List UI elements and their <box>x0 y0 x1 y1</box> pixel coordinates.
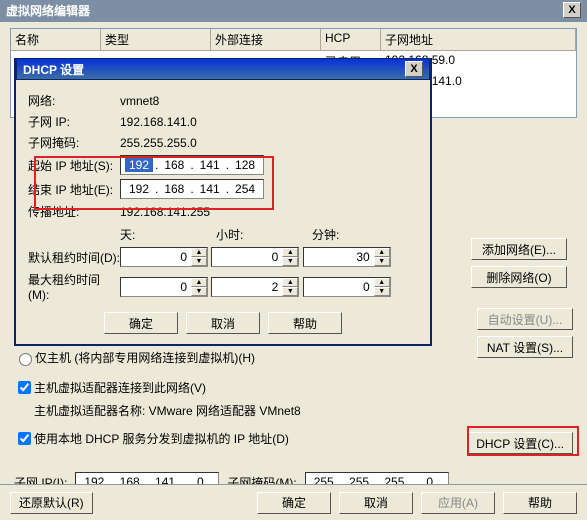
main-area: 名称 类型 外部连接 HCP 子网地址 已启用 192.168.59.0 已启用… <box>0 22 587 34</box>
col-subnet: 子网地址 <box>381 29 576 50</box>
def-days-input[interactable]: ▲▼ <box>120 247 208 267</box>
help-button[interactable]: 帮助 <box>503 492 577 514</box>
up-arrow-icon[interactable]: ▲ <box>374 248 390 257</box>
col-dhcp: HCP <box>321 29 381 50</box>
window-title: 虚拟网络编辑器 <box>6 0 90 22</box>
up-arrow-icon[interactable]: ▲ <box>282 278 298 287</box>
dhcp-dialog-titlebar: DHCP 设置 X <box>16 58 430 80</box>
dhcp-ok-button[interactable]: 确定 <box>104 312 178 334</box>
label-hours: 小时: <box>216 226 312 243</box>
start-ip-oct2[interactable] <box>160 158 188 172</box>
label-bcast: 传播地址: <box>28 203 120 220</box>
start-ip-input[interactable]: . . . <box>120 155 264 175</box>
use-dhcp-checkbox[interactable] <box>18 432 31 445</box>
bottom-bar: 还原默认(R) 确定 取消 应用(A) 帮助 <box>0 484 587 520</box>
label-net: 网络: <box>28 92 120 109</box>
dhcp-cancel-button[interactable]: 取消 <box>186 312 260 334</box>
close-button[interactable]: X <box>563 2 581 18</box>
label-mask: 子网掩码: <box>28 134 120 151</box>
def-min-input[interactable]: ▲▼ <box>303 247 391 267</box>
use-dhcp-label: 使用本地 DHCP 服务分发到虚拟机的 IP 地址(D) <box>34 430 289 447</box>
apply-button: 应用(A) <box>421 492 495 514</box>
adapter-name-label: 主机虚拟适配器名称: VMware 网络适配器 VMnet8 <box>34 402 573 419</box>
max-hours-input[interactable]: ▲▼ <box>211 277 299 297</box>
col-name: 名称 <box>11 29 101 50</box>
max-days-input[interactable]: ▲▼ <box>120 277 208 297</box>
label-minutes: 分钟: <box>312 226 408 243</box>
def-hours-input[interactable]: ▲▼ <box>211 247 299 267</box>
down-arrow-icon[interactable]: ▼ <box>282 287 298 296</box>
end-ip-input[interactable]: . . . <box>120 179 264 199</box>
connect-host-checkbox[interactable] <box>18 381 31 394</box>
value-mask: 255.255.255.0 <box>120 136 197 150</box>
add-network-button[interactable]: 添加网络(E)... <box>471 238 567 260</box>
label-max-lease: 最大租约时间(M): <box>28 271 120 302</box>
down-arrow-icon[interactable]: ▼ <box>191 287 207 296</box>
dhcp-settings-dialog: DHCP 设置 X 网络:vmnet8 子网 IP:192.168.141.0 … <box>14 58 432 346</box>
list-action-buttons: 添加网络(E)... 删除网络(O) <box>471 238 567 288</box>
up-arrow-icon[interactable]: ▲ <box>191 248 207 257</box>
up-arrow-icon[interactable]: ▲ <box>374 278 390 287</box>
ok-button[interactable]: 确定 <box>257 492 331 514</box>
dhcp-settings-button[interactable]: DHCP 设置(C)... <box>467 432 573 454</box>
start-ip-oct1[interactable] <box>125 158 153 172</box>
down-arrow-icon[interactable]: ▼ <box>374 257 390 266</box>
value-bcast: 192.168.141.255 <box>120 205 210 219</box>
start-ip-oct4[interactable] <box>231 158 259 172</box>
cancel-button[interactable]: 取消 <box>339 492 413 514</box>
label-days: 天: <box>120 226 216 243</box>
titlebar: 虚拟网络编辑器 X <box>0 0 587 22</box>
hostonly-radio-label: 仅主机 (将内部专用网络连接到虚拟机)(H) <box>35 349 255 366</box>
start-ip-oct3[interactable] <box>196 158 224 172</box>
col-type: 类型 <box>101 29 211 50</box>
remove-network-button[interactable]: 删除网络(O) <box>471 266 567 288</box>
label-start-ip: 起始 IP 地址(S): <box>28 157 120 174</box>
down-arrow-icon[interactable]: ▼ <box>282 257 298 266</box>
hostonly-radio[interactable] <box>19 353 32 366</box>
label-end-ip: 结束 IP 地址(E): <box>28 181 120 198</box>
up-arrow-icon[interactable]: ▲ <box>282 248 298 257</box>
label-sub: 子网 IP: <box>28 113 120 130</box>
end-ip-oct2[interactable] <box>160 182 188 196</box>
end-ip-oct4[interactable] <box>231 182 259 196</box>
dhcp-help-button[interactable]: 帮助 <box>268 312 342 334</box>
restore-defaults-button[interactable]: 还原默认(R) <box>10 492 93 514</box>
down-arrow-icon[interactable]: ▼ <box>374 287 390 296</box>
up-arrow-icon[interactable]: ▲ <box>191 278 207 287</box>
max-min-input[interactable]: ▲▼ <box>303 277 391 297</box>
down-arrow-icon[interactable]: ▼ <box>191 257 207 266</box>
end-ip-oct1[interactable] <box>125 182 153 196</box>
list-header: 名称 类型 外部连接 HCP 子网地址 <box>11 29 576 51</box>
label-def-lease: 默认租约时间(D): <box>28 249 120 266</box>
dhcp-dialog-title: DHCP 设置 <box>23 59 84 79</box>
end-ip-oct3[interactable] <box>196 182 224 196</box>
value-sub: 192.168.141.0 <box>120 115 197 129</box>
value-net: vmnet8 <box>120 94 159 108</box>
connect-host-label: 主机虚拟适配器连接到此网络(V) <box>34 379 206 396</box>
dhcp-close-button[interactable]: X <box>405 61 423 77</box>
col-ext: 外部连接 <box>211 29 321 50</box>
